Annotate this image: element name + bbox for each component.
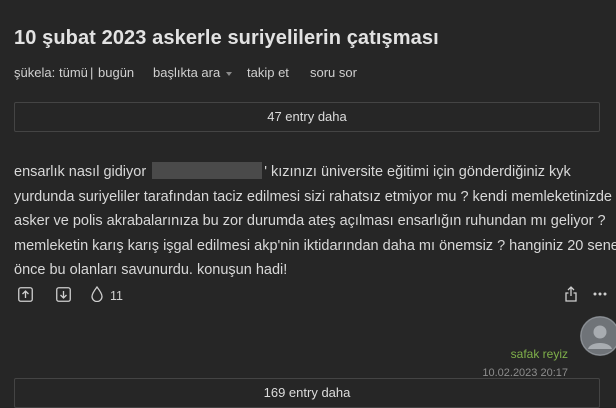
favorite-count: 11 [110,289,123,303]
share-icon[interactable] [564,286,578,302]
entry-content: ensarlık nasıl gidiyor ' kızınızı üniver… [14,160,616,283]
more-entries-button-bottom[interactable]: 169 entry daha [14,378,600,408]
sukela-today-link[interactable]: bugün [98,65,134,80]
entry-actions: 11 [14,285,614,307]
topic-title[interactable]: 10 şubat 2023 askerle suriyelilerin çatı… [14,27,439,50]
entry-line: önce bu olanları savunurdu. konuşun hadi… [14,262,288,278]
entry-author[interactable]: safak reyiz [511,347,568,361]
redacted-block [152,162,263,179]
avatar[interactable] [580,316,616,356]
sukela-all-link[interactable]: tümü [59,65,88,80]
avatar-placeholder-icon [580,316,616,356]
sukela-label: şükela: [14,65,56,80]
entry-text: ensarlık nasıl gidiyor [14,164,147,180]
ask-question-link[interactable]: soru sor [310,65,357,80]
subnav-separator: | [90,65,94,80]
entry-line: ensarlık nasıl gidiyor ' kızınızı üniver… [14,160,604,185]
downvote-icon[interactable] [56,287,71,302]
follow-link[interactable]: takip et [247,65,289,80]
entry-line: memleketin karış karış işgal edilmesi ak… [14,237,616,254]
entry-line: asker ve polis akrabalarınıza bu zor dur… [14,213,606,229]
entry-line: yurdunda suriyeliler tarafından taciz ed… [14,188,612,205]
search-in-title-dropdown[interactable]: başlıkta ara [153,65,233,80]
chevron-down-icon [226,71,233,76]
upvote-icon[interactable] [18,287,33,302]
more-dots-icon[interactable] [593,292,607,296]
entry-text: ' kızınızı üniversite eğitimi için gönde… [264,164,571,180]
search-in-title-label: başlıkta ara [153,65,221,80]
more-entries-button-top[interactable]: 47 entry daha [14,102,600,132]
favorite-drop-icon[interactable] [91,286,103,302]
